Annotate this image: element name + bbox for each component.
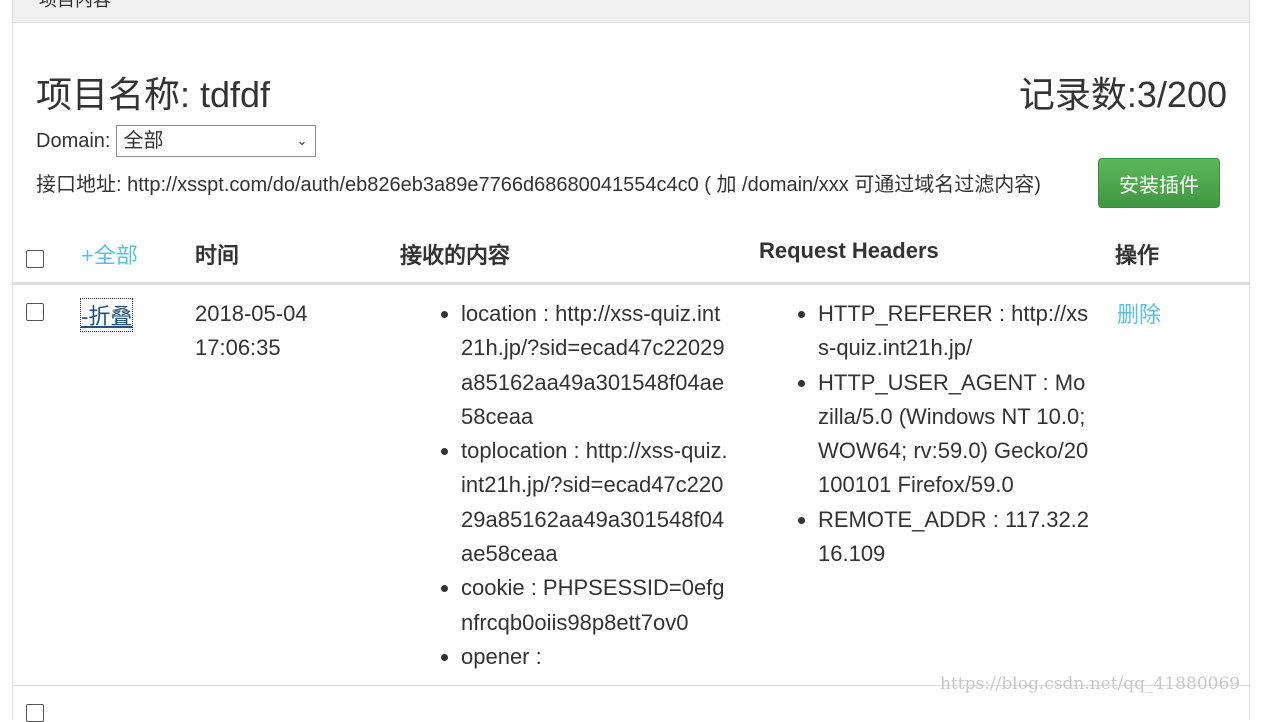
header-content: 接收的内容	[400, 243, 511, 268]
row-checkbox[interactable]	[26, 303, 44, 321]
header-time: 时间	[195, 243, 240, 268]
content-item: opener :	[461, 640, 731, 674]
header-actions: 操作	[1115, 243, 1160, 268]
content-item: toplocation : http://xss-quiz.int21h.jp/…	[461, 434, 731, 571]
select-all-checkbox[interactable]	[26, 250, 44, 268]
project-panel: 项目内容 项目名称: tdfdf 记录数:3/200 Domain: 全部 ⌄ …	[12, 0, 1250, 722]
header-item: REMOTE_ADDR : 117.32.216.109	[818, 503, 1091, 572]
received-content-list: location : http://xss-quiz.int21h.jp/?si…	[436, 297, 731, 674]
table-row: -折叠 2018-05-04 17:06:35 location : http:…	[13, 285, 1249, 686]
domain-filter: Domain: 全部 ⌄	[36, 124, 317, 158]
header-item: HTTP_USER_AGENT : Mozilla/5.0 (Windows N…	[818, 366, 1091, 503]
api-address: 接口地址: http://xsspt.com/do/auth/eb826eb3a…	[36, 174, 1041, 196]
row-time: 2018-05-04 17:06:35	[195, 301, 308, 360]
panel-heading-title: 项目内容	[39, 0, 111, 10]
header-request-headers: Request Headers	[759, 238, 939, 263]
delete-link[interactable]: 删除	[1117, 297, 1161, 329]
collapse-link[interactable]: -折叠	[79, 298, 134, 332]
request-headers-list: HTTP_REFERER : http://xss-quiz.int21h.jp…	[793, 297, 1091, 571]
expand-all-link[interactable]: +全部	[81, 238, 138, 270]
domain-label: Domain:	[36, 129, 111, 152]
header-item: HTTP_REFERER : http://xss-quiz.int21h.jp…	[818, 297, 1091, 366]
panel-heading: 项目内容	[13, 0, 1249, 23]
content-item: cookie : PHPSESSID=0efgnfrcqb0oiis98p8et…	[461, 571, 731, 640]
chevron-down-icon: ⌄	[296, 133, 308, 148]
install-plugin-button[interactable]: 安装插件	[1098, 158, 1220, 208]
row-checkbox[interactable]	[26, 704, 44, 722]
domain-select[interactable]: 全部 ⌄	[116, 125, 317, 157]
content-item: location : http://xss-quiz.int21h.jp/?si…	[461, 297, 731, 434]
table-header: +全部 时间 接收的内容 Request Headers 操作	[13, 230, 1249, 285]
watermark: https://blog.csdn.net/qq_41880069	[940, 674, 1241, 694]
record-count: 记录数:3/200	[1018, 74, 1227, 115]
table-row-partial	[13, 700, 1249, 722]
domain-selected-value: 全部	[123, 130, 164, 152]
project-title: 项目名称: tdfdf	[36, 74, 271, 115]
